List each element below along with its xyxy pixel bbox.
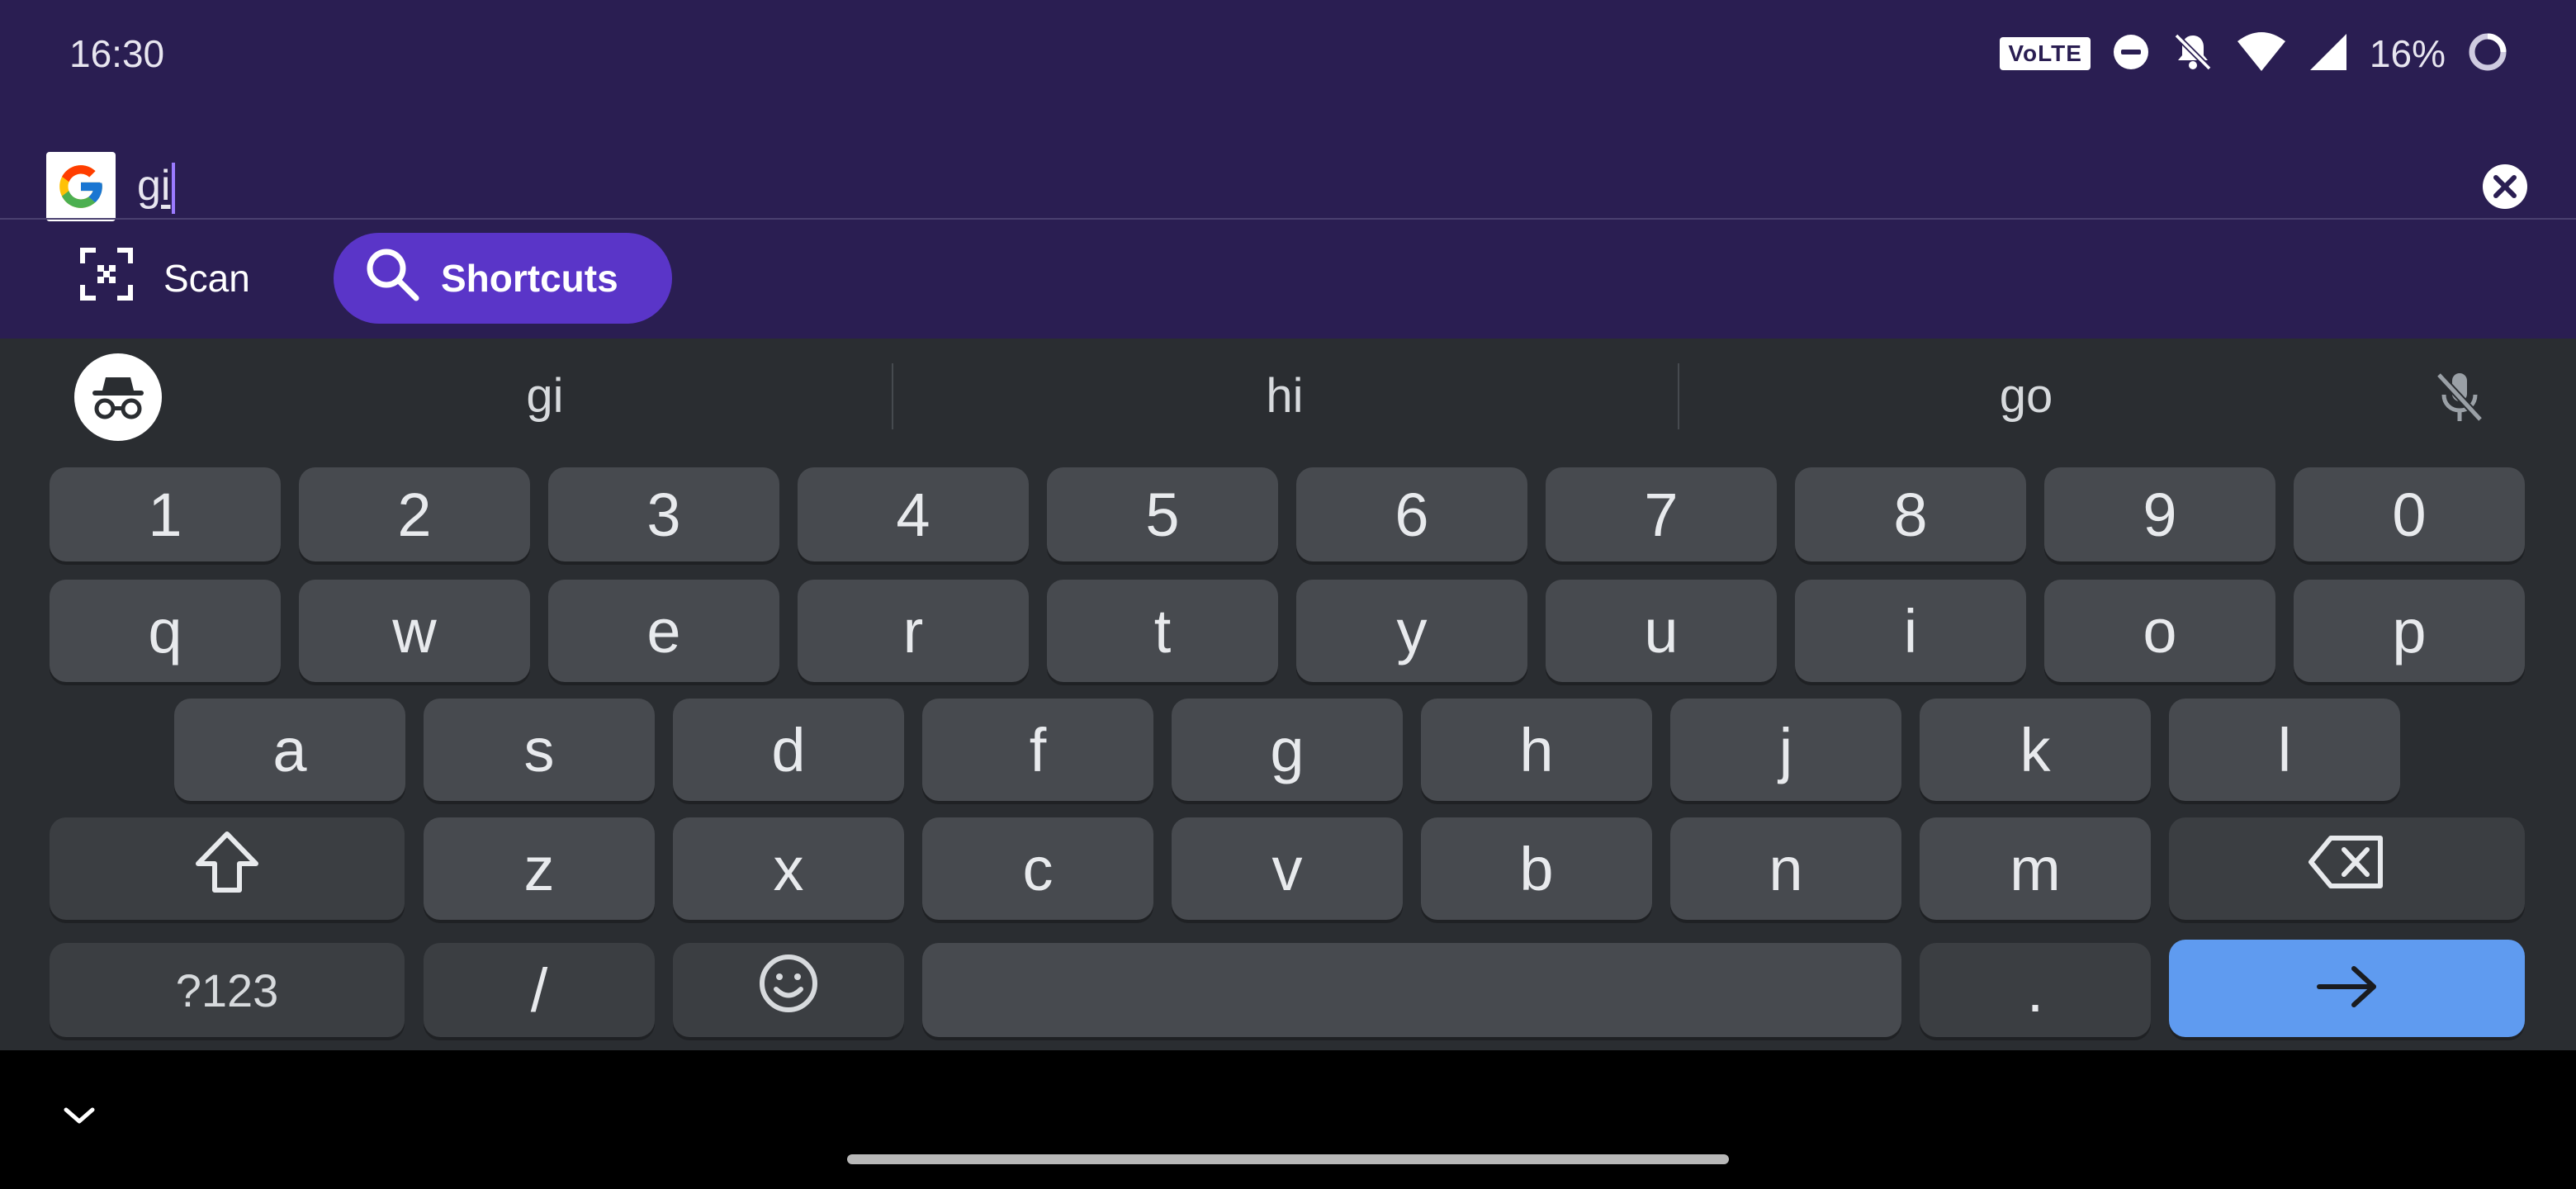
emoji-key[interactable] <box>673 943 904 1037</box>
suggestion-bar: gi hi go <box>0 339 2576 462</box>
key-l[interactable]: l <box>2169 699 2400 801</box>
navigation-bar <box>0 1050 2576 1189</box>
scan-chip[interactable]: Scan <box>79 233 250 324</box>
key-u[interactable]: u <box>1546 580 1777 682</box>
key-o[interactable]: o <box>2044 580 2275 682</box>
symbols-key[interactable]: ?123 <box>50 943 405 1037</box>
chevron-down-icon[interactable] <box>61 1103 97 1128</box>
incognito-icon[interactable] <box>74 353 162 441</box>
key-j[interactable]: j <box>1670 699 1901 801</box>
key-2[interactable]: 2 <box>299 467 530 561</box>
emoji-icon <box>757 952 820 1029</box>
key-t[interactable]: t <box>1047 580 1278 682</box>
home-gesture-pill[interactable] <box>847 1154 1729 1164</box>
backspace-icon <box>2308 833 2387 905</box>
key-p[interactable]: p <box>2294 580 2525 682</box>
key-m[interactable]: m <box>1920 817 2151 920</box>
enter-key[interactable] <box>2169 940 2525 1037</box>
key-b[interactable]: b <box>1421 817 1652 920</box>
suggestion-2[interactable]: hi <box>1120 363 1450 429</box>
mic-off-icon[interactable] <box>2431 368 2488 426</box>
key-q[interactable]: q <box>50 580 281 682</box>
volte-badge: VoLTE <box>2000 37 2091 70</box>
search-icon <box>363 245 421 312</box>
key-s[interactable]: s <box>424 699 655 801</box>
slash-key[interactable]: / <box>424 943 655 1037</box>
search-divider <box>0 218 2576 220</box>
key-i[interactable]: i <box>1795 580 2026 682</box>
suggestion-1[interactable]: gi <box>380 363 710 429</box>
status-icons: VoLTE 16% <box>2000 25 2508 83</box>
bell-off-icon <box>2171 31 2214 78</box>
cell-signal-icon <box>2308 32 2348 76</box>
key-g[interactable]: g <box>1172 699 1403 801</box>
google-g-logo <box>46 152 116 221</box>
key-5[interactable]: 5 <box>1047 467 1278 561</box>
key-0[interactable]: 0 <box>2294 467 2525 561</box>
arrow-right-icon <box>2314 954 2380 1024</box>
period-key[interactable]: . <box>1920 943 2151 1037</box>
do-not-disturb-icon <box>2112 33 2150 75</box>
shift-arrow-icon <box>192 829 263 909</box>
key-y[interactable]: y <box>1296 580 1527 682</box>
space-key[interactable] <box>922 943 1901 1037</box>
key-8[interactable]: 8 <box>1795 467 2026 561</box>
key-k[interactable]: k <box>1920 699 2151 801</box>
search-query-text: gi <box>137 162 171 210</box>
search-bar[interactable]: gi <box>0 145 2576 221</box>
clear-circle-icon[interactable] <box>2480 162 2530 211</box>
key-e[interactable]: e <box>548 580 779 682</box>
key-3[interactable]: 3 <box>548 467 779 561</box>
key-6[interactable]: 6 <box>1296 467 1527 561</box>
suggestion-3[interactable]: go <box>1861 363 2191 429</box>
scan-label: Scan <box>163 257 250 300</box>
key-x[interactable]: x <box>673 817 904 920</box>
suggestion-divider <box>892 363 893 429</box>
key-r[interactable]: r <box>798 580 1029 682</box>
keyboard: gi hi go 1 2 3 4 5 6 7 8 9 0 q w e r t y… <box>0 339 2576 1050</box>
key-h[interactable]: h <box>1421 699 1652 801</box>
key-1[interactable]: 1 <box>50 467 281 561</box>
key-w[interactable]: w <box>299 580 530 682</box>
qr-scan-icon <box>79 247 134 310</box>
shift-key[interactable] <box>50 817 405 920</box>
shortcuts-label: Shortcuts <box>441 257 618 300</box>
search-input[interactable]: gi <box>137 157 176 215</box>
key-d[interactable]: d <box>673 699 904 801</box>
status-time: 16:30 <box>69 32 165 75</box>
key-f[interactable]: f <box>922 699 1153 801</box>
key-c[interactable]: c <box>922 817 1153 920</box>
backspace-key[interactable] <box>2169 817 2525 920</box>
text-caret <box>172 163 176 215</box>
wifi-icon <box>2236 31 2287 77</box>
shortcuts-chip[interactable]: Shortcuts <box>334 233 672 324</box>
battery-saver-icon <box>2467 31 2508 77</box>
top-area: 16:30 VoLTE 16% gi Scan Shortcuts <box>0 0 2576 339</box>
key-n[interactable]: n <box>1670 817 1901 920</box>
key-9[interactable]: 9 <box>2044 467 2275 561</box>
key-a[interactable]: a <box>174 699 405 801</box>
key-4[interactable]: 4 <box>798 467 1029 561</box>
battery-percentage: 16% <box>2369 32 2446 75</box>
key-z[interactable]: z <box>424 817 655 920</box>
suggestion-divider <box>1678 363 1679 429</box>
key-7[interactable]: 7 <box>1546 467 1777 561</box>
key-v[interactable]: v <box>1172 817 1403 920</box>
